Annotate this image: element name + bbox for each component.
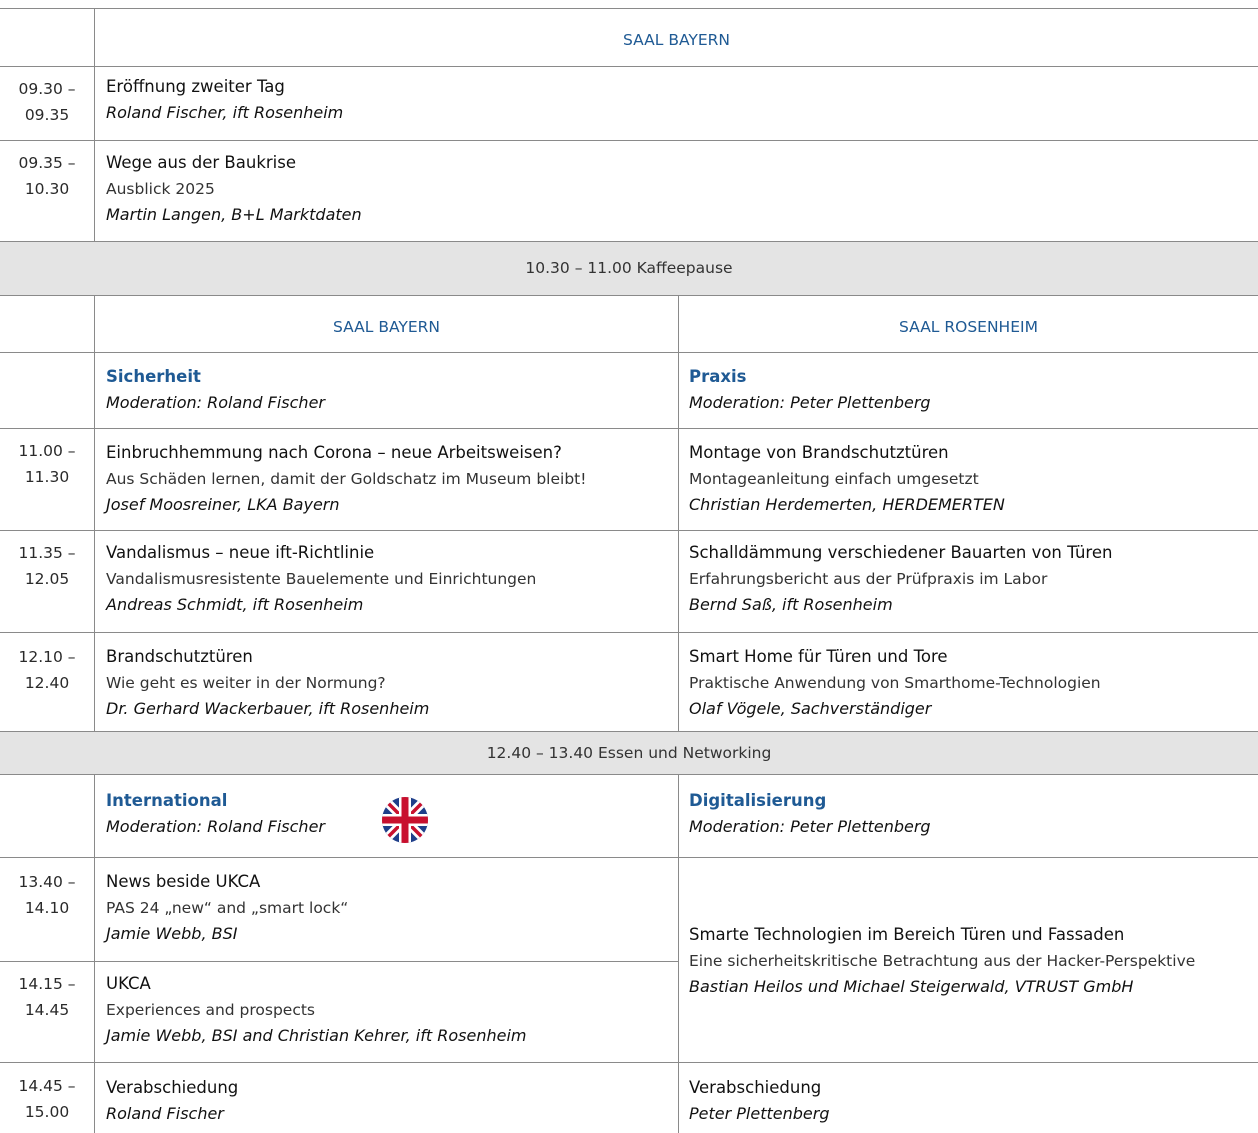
session-time: 14.45 –15.00 [18,1077,76,1121]
rule [0,295,1258,296]
session-entry-right: Schalldämmung verschiedener Bauarten von… [689,540,1254,618]
break-band: 10.30 – 11.00 Kaffeepause [0,242,1258,295]
session-subtitle: Praktische Anwendung von Smarthome-Techn… [689,674,1101,692]
session-time: 09.30 –09.35 [18,80,76,124]
session-speaker: Martin Langen, B+L Marktdaten [106,205,362,224]
session-title: Verabschiedung [106,1078,239,1097]
session-speaker: Josef Moosreiner, LKA Bayern [106,495,340,514]
closing-right: Verabschiedung Peter Plettenberg [689,1075,1254,1127]
session-entry-left: Vandalismus – neue ift-Richtlinie Vandal… [106,540,674,618]
session-title: UKCA [106,974,151,993]
rule [0,66,1258,67]
session-speaker: Roland Fischer, ift Rosenheim [106,103,344,122]
session-title: Smart Home für Türen und Tore [689,647,948,666]
session-time: 13.40 –14.10 [18,873,76,917]
session-title: Vandalismus – neue ift-Richtlinie [106,543,375,562]
track-name: Sicherheit [106,367,201,386]
session-speaker: Bastian Heilos und Michael Steigerwald, … [689,977,1134,996]
break-band: 12.40 – 13.40 Essen und Networking [0,732,1258,774]
track-name: Praxis [689,367,747,386]
session-subtitle: Ausblick 2025 [106,180,215,198]
column-divider [94,775,95,1133]
rule [0,352,1258,353]
session-entry-left: News beside UKCA PAS 24 „new“ and „smart… [106,869,674,947]
rule [0,8,1258,9]
room-header-right: SAAL ROSENHEIM [899,318,1038,336]
session-time: 12.10 –12.40 [18,648,76,692]
session-entry-left: Brandschutztüren Wie geht es weiter in d… [106,644,674,722]
track-left: Sicherheit Moderation: Roland Fischer [106,364,666,416]
session-speaker: Peter Plettenberg [689,1104,830,1123]
session-entry: Wege aus der Baukrise Ausblick 2025 Mart… [106,150,1246,228]
rule [0,632,1258,633]
session-title: Eröffnung zweiter Tag [106,77,285,96]
session-subtitle: Montageanleitung einfach umgesetzt [689,470,979,488]
rule [0,140,1258,141]
track-right: Praxis Moderation: Peter Plettenberg [689,364,1249,416]
track-moderation: Moderation: Peter Plettenberg [689,817,931,836]
session-speaker: Jamie Webb, BSI [106,924,238,943]
session-title: Montage von Brandschutztüren [689,443,949,462]
session-entry-right: Smart Home für Türen und Tore Praktische… [689,644,1254,722]
track-moderation: Moderation: Roland Fischer [106,393,325,412]
session-speaker: Jamie Webb, BSI and Christian Kehrer, if… [106,1026,527,1045]
room-header: SAAL BAYERN [623,31,730,49]
session-subtitle: Vandalismusresistente Bauelemente und Ei… [106,570,537,588]
rule [0,857,1258,858]
session-subtitle: Erfahrungsbericht aus der Prüfpraxis im … [689,570,1048,588]
rule [0,530,1258,531]
uk-flag-icon [381,796,429,844]
column-divider [678,775,679,1133]
session-entry-left: UKCA Experiences and prospects Jamie Web… [106,971,674,1049]
session-speaker: Christian Herdemerten, HERDEMERTEN [689,495,1005,514]
session-title: Einbruchhemmung nach Corona – neue Arbei… [106,443,562,462]
closing-left: Verabschiedung Roland Fischer [106,1075,674,1127]
session-time: 11.35 –12.05 [18,544,76,588]
session-speaker: Dr. Gerhard Wackerbauer, ift Rosenheim [106,699,430,718]
session-subtitle: Experiences and prospects [106,1001,316,1019]
session-speaker: Andreas Schmidt, ift Rosenheim [106,595,364,614]
program-page: SAAL BAYERN 09.30 –09.35 Eröffnung zweit… [0,0,1258,1133]
session-subtitle: PAS 24 „new“ and „smart lock“ [106,899,349,917]
rule [0,428,1258,429]
rule [0,774,1258,775]
session-time: 14.15 –14.45 [18,975,76,1019]
column-divider [94,296,95,742]
room-header-left: SAAL BAYERN [333,318,440,336]
session-title: Brandschutztüren [106,647,253,666]
track-right: Digitalisierung Moderation: Peter Plette… [689,788,1249,840]
session-title: Schalldämmung verschiedener Bauarten von… [689,543,1113,562]
column-divider [678,296,679,742]
track-name: Digitalisierung [689,791,827,810]
session-time: 11.00 –11.30 [18,442,76,486]
session-speaker: Olaf Vögele, Sachverständiger [689,699,932,718]
session-subtitle: Aus Schäden lernen, damit der Goldschatz… [106,470,587,488]
session-title: Wege aus der Baukrise [106,153,296,172]
session-entry: Eröffnung zweiter Tag Roland Fischer, if… [106,74,1246,126]
session-title: Verabschiedung [689,1078,822,1097]
session-entry-left: Einbruchhemmung nach Corona – neue Arbei… [106,440,674,518]
session-speaker: Roland Fischer [106,1104,224,1123]
session-subtitle: Eine sicherheitskritische Betrachtung au… [689,952,1196,970]
session-speaker: Bernd Saß, ift Rosenheim [689,595,893,614]
rule [0,1062,1258,1063]
rule [0,961,679,962]
session-subtitle: Wie geht es weiter in der Normung? [106,674,386,692]
session-entry-right: Smarte Technologien im Bereich Türen und… [689,922,1254,1000]
session-title: Smarte Technologien im Bereich Türen und… [689,925,1125,944]
session-entry-right: Montage von Brandschutztüren Montageanle… [689,440,1254,518]
session-time: 09.35 –10.30 [18,154,76,198]
session-title: News beside UKCA [106,872,261,891]
track-moderation: Moderation: Peter Plettenberg [689,393,931,412]
